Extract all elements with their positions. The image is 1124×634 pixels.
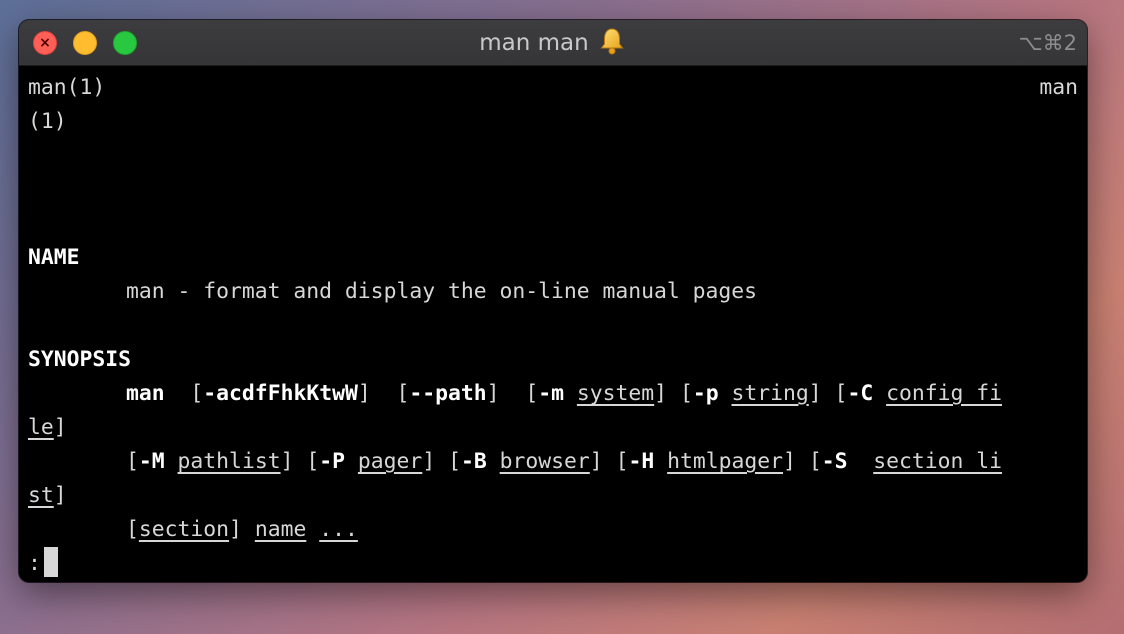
synopsis-line-2: le] <box>28 411 67 445</box>
header-right: man <box>1039 75 1078 100</box>
bracket: [ <box>808 449 822 474</box>
synopsis-option: -m <box>538 381 564 406</box>
bracket: ] <box>589 449 603 474</box>
bracket: ] <box>422 449 436 474</box>
terminal-window: × man man ⌥⌘2 man(1) man (1) NAME man - … <box>19 20 1087 582</box>
synopsis-argument: browser <box>499 449 590 474</box>
synopsis-argument: st <box>28 483 54 508</box>
synopsis-option: -B <box>460 449 487 474</box>
terminal-content[interactable]: man(1) man (1) NAME man - format and dis… <box>28 67 1078 577</box>
synopsis-line-5: [section] name ... <box>28 513 358 547</box>
synopsis-argument: section_li <box>873 449 1003 474</box>
synopsis-option: -p <box>692 381 719 406</box>
synopsis-argument: name <box>254 517 307 542</box>
synopsis-line-4: st] <box>28 479 67 513</box>
bracket: [ <box>448 449 461 474</box>
bracket: ] <box>53 483 67 508</box>
name-line: man - format and display the on-line man… <box>28 275 757 309</box>
bracket: [ <box>525 381 539 406</box>
synopsis-cmd: man <box>126 381 165 406</box>
window-shortcut: ⌥⌘2 <box>1018 31 1077 55</box>
synopsis-argument: pathlist <box>177 449 281 474</box>
synopsis-argument: string <box>731 381 809 406</box>
synopsis-argument: section <box>138 517 230 542</box>
synopsis-argument: htmlpager <box>667 449 784 474</box>
synopsis-option: -S <box>821 449 848 474</box>
header-left: man(1) <box>28 75 106 100</box>
synopsis-argument: config_fi <box>886 381 1002 406</box>
window-title-text: man man <box>479 30 589 56</box>
name-description: man - format and display the on-line man… <box>126 279 758 304</box>
bracket: [ <box>396 381 410 406</box>
bracket: [ <box>190 381 204 406</box>
section-heading-synopsis: SYNOPSIS <box>28 347 132 372</box>
synopsis-argument: pager <box>357 449 423 474</box>
synopsis-argument: ... <box>319 517 358 542</box>
bracket: ] <box>53 415 67 440</box>
synopsis-option: -P <box>319 449 346 474</box>
synopsis-option: -acdfFhkKtwW <box>203 381 358 406</box>
synopsis-argument: system <box>576 381 655 406</box>
bracket: ] <box>357 381 371 406</box>
bracket: ] <box>808 381 822 406</box>
bracket: ] <box>654 381 668 406</box>
text-cursor <box>43 547 58 577</box>
bracket: ] <box>783 449 796 474</box>
synopsis-option: -C <box>847 381 874 406</box>
pager-prompt-line[interactable]: : <box>28 547 58 581</box>
synopsis-option: -H <box>628 449 655 474</box>
bracket: ] <box>229 517 242 542</box>
synopsis-line-1: man [-acdfFhkKtwW] [--path] [-m system] … <box>28 377 1002 411</box>
title-bar[interactable]: × man man ⌥⌘2 <box>19 20 1087 66</box>
section-heading-name: NAME <box>28 245 80 270</box>
header-wrap: (1) <box>28 109 67 134</box>
bracket: [ <box>834 381 848 406</box>
synopsis-line-3: [-M pathlist] [-P pager] [-B browser] [-… <box>28 445 1002 479</box>
pager-prompt: : <box>28 551 41 576</box>
bracket: [ <box>306 449 320 474</box>
bracket: [ <box>126 449 139 474</box>
bracket: ] <box>280 449 294 474</box>
bracket: [ <box>615 449 629 474</box>
bracket: [ <box>679 381 693 406</box>
bell-icon <box>600 28 624 55</box>
synopsis-argument: le <box>28 415 54 440</box>
bracket: [ <box>126 517 139 542</box>
bracket: ] <box>486 381 500 406</box>
synopsis-option: --path <box>409 381 487 406</box>
synopsis-option: -M <box>138 449 165 474</box>
window-title: man man <box>19 20 1087 66</box>
